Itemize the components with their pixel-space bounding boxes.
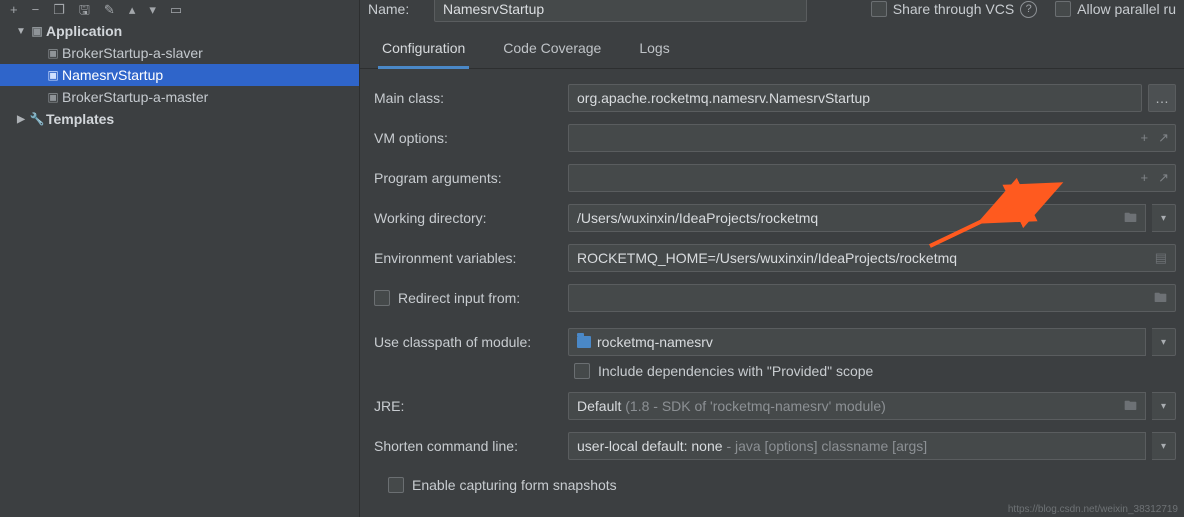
tree-group-label: Application [46,23,122,39]
run-config-icon: ▣ [44,90,62,104]
enable-snapshots-label: Enable capturing form snapshots [412,477,617,493]
env-vars-label: Environment variables: [374,250,558,266]
save-icon[interactable]: 🖫 [79,3,90,16]
expand-icon[interactable]: ↗ [1158,165,1169,191]
folder-icon[interactable]: 🖿 [1124,205,1137,231]
jre-dropdown-caret[interactable] [1152,392,1176,420]
tree-item-broker-slaver[interactable]: ▣ BrokerStartup-a-slaver [0,42,359,64]
down-icon[interactable]: ▾ [149,3,156,16]
run-config-icon: ▣ [44,46,62,60]
tree-group-label: Templates [46,111,114,127]
add-icon[interactable]: + [10,3,18,16]
program-args-input[interactable]: +↗ [568,164,1176,192]
tree-item-label: BrokerStartup-a-slaver [62,45,203,61]
vm-options-label: VM options: [374,130,558,146]
list-icon[interactable]: ▤ [1155,245,1167,271]
run-config-icon: ▣ [44,68,62,82]
allow-parallel-run[interactable]: Allow parallel ru [1055,1,1176,17]
tree-group-application[interactable]: ▼ ▣ Application [0,20,359,42]
shorten-dropdown-caret[interactable] [1152,432,1176,460]
enable-snapshots-checkbox[interactable] [388,477,404,493]
tree-toolbar: + − ❐ 🖫 ✎ ▴ ▾ ▭ [0,0,359,18]
tree-group-templates[interactable]: ▶ 🔧 Templates [0,108,359,130]
module-label: Use classpath of module: [374,334,558,350]
tree-item-label: BrokerStartup-a-master [62,89,208,105]
plus-icon[interactable]: + [1141,165,1149,191]
run-configs-tree-panel: + − ❐ 🖫 ✎ ▴ ▾ ▭ ▼ ▣ Application ▣ Broker… [0,0,360,517]
folder-icon[interactable]: 🖿 [1154,285,1167,311]
name-label: Name: [368,1,426,17]
plus-icon[interactable]: + [1141,125,1149,151]
tree-item-broker-master[interactable]: ▣ BrokerStartup-a-master [0,86,359,108]
share-label: Share through VCS [893,1,1014,17]
working-dir-dropdown[interactable] [1152,204,1176,232]
module-dropdown-caret[interactable] [1152,328,1176,356]
tab-logs[interactable]: Logs [635,34,673,68]
redirect-checkbox[interactable] [374,290,390,306]
browse-class-button[interactable]: … [1148,84,1176,112]
folder-expand-icon[interactable]: ▭ [170,3,182,16]
copy-icon[interactable]: ❐ [53,3,65,16]
chevron-down-icon: ▼ [14,26,28,37]
tab-code-coverage[interactable]: Code Coverage [499,34,605,68]
main-class-input[interactable]: org.apache.rocketmq.namesrv.NamesrvStart… [568,84,1142,112]
shorten-dropdown[interactable]: user-local default: none - java [options… [568,432,1146,460]
wrench-icon: 🔧 [28,112,46,126]
parallel-label: Allow parallel ru [1077,1,1176,17]
folder-icon[interactable]: 🖿 [1124,393,1137,419]
config-tabs: Configuration Code Coverage Logs [360,26,1184,69]
vm-options-input[interactable]: +↗ [568,124,1176,152]
include-provided-checkbox[interactable] [574,363,590,379]
checkbox-icon[interactable] [1055,1,1071,17]
name-input[interactable] [434,0,807,22]
program-args-label: Program arguments: [374,170,558,186]
working-dir-input[interactable]: /Users/wuxinxin/IdeaProjects/rocketmq 🖿 [568,204,1146,232]
up-icon[interactable]: ▴ [129,3,136,16]
redirect-input[interactable]: 🖿 [568,284,1176,312]
config-form: Main class: org.apache.rocketmq.namesrv.… [360,69,1184,493]
env-vars-input[interactable]: ROCKETMQ_HOME=/Users/wuxinxin/IdeaProjec… [568,244,1176,272]
config-tree: ▼ ▣ Application ▣ BrokerStartup-a-slaver… [0,18,359,130]
working-dir-label: Working directory: [374,210,558,226]
shorten-label: Shorten command line: [374,438,558,454]
main-class-label: Main class: [374,90,558,106]
config-header: Name: Share through VCS ? Allow parallel… [360,0,1184,26]
config-editor-panel: Name: Share through VCS ? Allow parallel… [360,0,1184,517]
remove-icon[interactable]: − [32,3,40,16]
module-icon [577,336,591,348]
redirect-label: Redirect input from: [398,290,520,306]
jre-dropdown[interactable]: Default (1.8 - SDK of 'rocketmq-namesrv'… [568,392,1146,420]
edit-icon[interactable]: ✎ [104,3,115,16]
jre-label: JRE: [374,398,558,414]
module-dropdown[interactable]: rocketmq-namesrv [568,328,1146,356]
tree-item-label: NamesrvStartup [62,67,163,83]
help-icon[interactable]: ? [1020,1,1037,18]
expand-icon[interactable]: ↗ [1158,125,1169,151]
chevron-right-icon: ▶ [14,114,28,125]
application-icon: ▣ [28,24,46,38]
tree-item-namesrv[interactable]: ▣ NamesrvStartup [0,64,359,86]
watermark: https://blog.csdn.net/weixin_38312719 [1008,504,1178,515]
tab-configuration[interactable]: Configuration [378,34,469,69]
checkbox-icon[interactable] [871,1,887,17]
share-through-vcs[interactable]: Share through VCS ? [871,1,1037,18]
include-provided-label: Include dependencies with "Provided" sco… [598,363,873,379]
